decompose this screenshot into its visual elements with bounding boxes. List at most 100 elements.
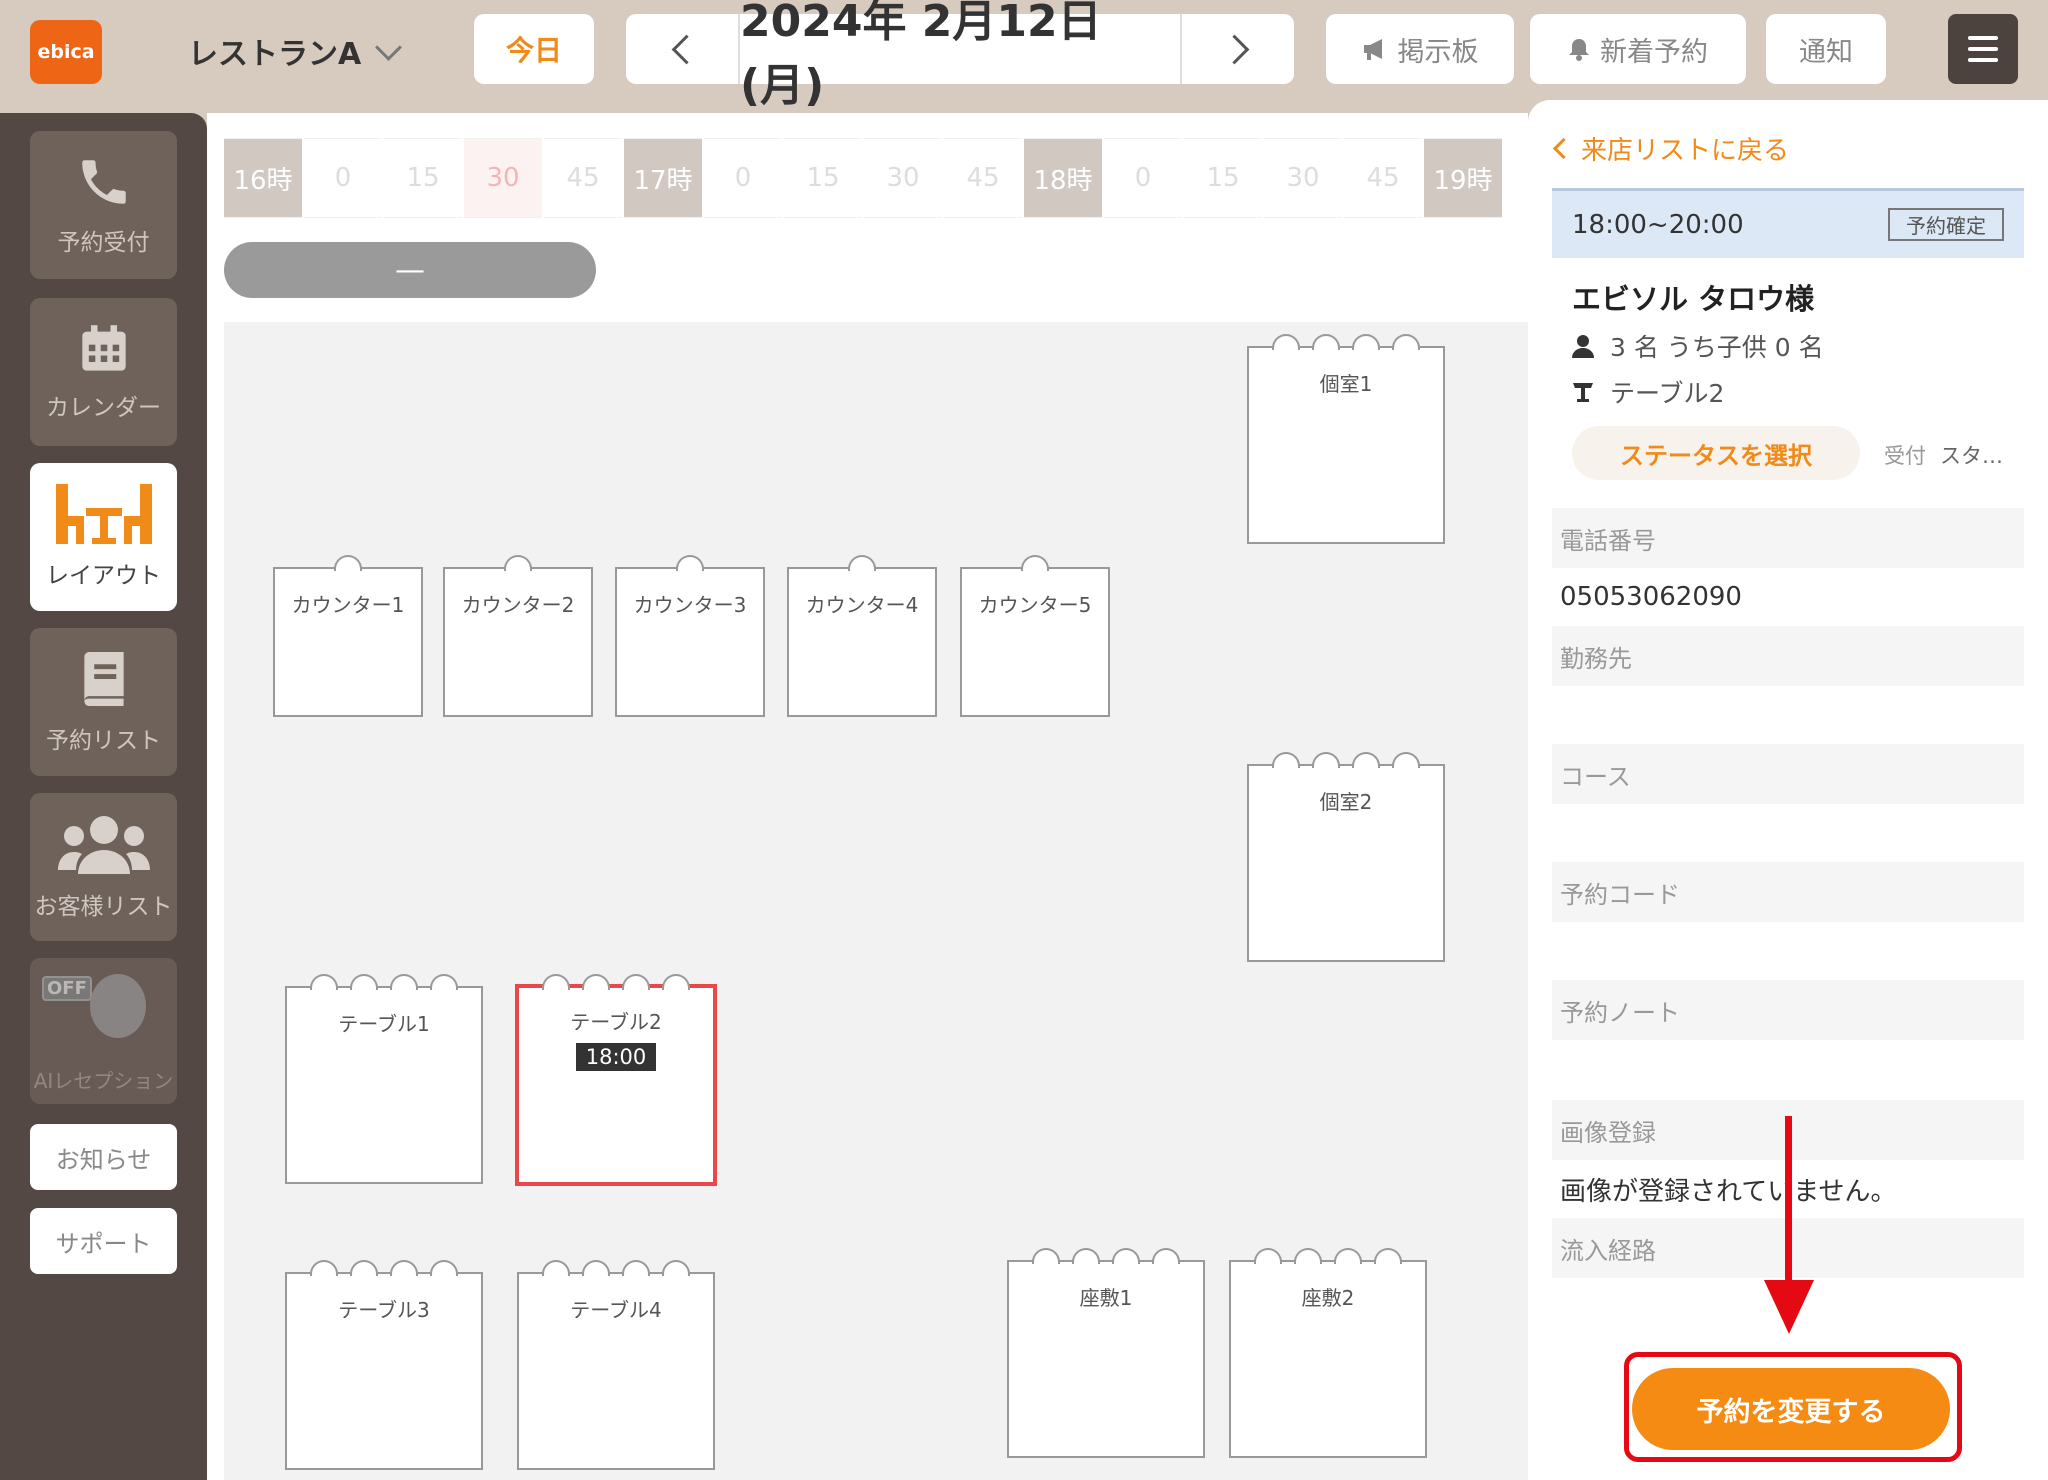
seat-table-2-selected[interactable]: テーブル2 18:00 [515,974,717,1186]
today-button[interactable]: 今日 [474,14,594,84]
field-value-workplace [1552,686,2024,744]
field-value-reservation-code [1552,922,2024,980]
seat-label: 座敷2 [1301,1286,1355,1310]
party-size-row: 3 名 うち子供 0 名 [1572,328,1824,364]
bell-icon [1569,39,1589,61]
seat-counter-3[interactable]: カウンター3 [615,555,765,717]
seat-label: テーブル2 [570,1010,662,1034]
prev-day-button[interactable] [626,14,738,84]
sidebar-item-label: レイアウト [46,563,161,589]
time-cell[interactable]: 45 [544,138,622,218]
seat-counter-4[interactable]: カウンター4 [787,555,937,717]
reception-value: スタ… [1940,444,2003,468]
ai-reception-button[interactable]: OFF AIレセプション [30,958,177,1104]
field-label-workplace: 勤務先 [1552,626,2024,686]
time-cell-current[interactable]: 30 [464,138,542,218]
restaurant-selector[interactable]: レストランA [188,26,403,76]
seat-chairs [275,555,421,571]
seat-table-4[interactable]: テーブル4 [517,1260,715,1470]
seat-chairs [962,555,1108,571]
seat-label: カウンター5 [978,593,1092,617]
time-cell[interactable]: 19時 [1424,138,1502,218]
annotation-arrow-head-icon [1764,1280,1814,1334]
bulletin-board-button[interactable]: 掲示板 [1326,14,1514,84]
back-label: 来店リストに戻る [1581,136,1790,166]
time-cell[interactable]: 30 [1264,138,1342,218]
next-day-button[interactable] [1182,14,1294,84]
time-cell[interactable]: 15 [784,138,862,218]
time-cell[interactable]: 15 [1184,138,1262,218]
ebica-logo[interactable]: ebica [30,20,102,84]
seat-private-room-2[interactable]: 個室2 [1247,752,1445,962]
sidebar-item-reservation-intake[interactable]: 予約受付 [30,131,177,279]
seat-counter-5[interactable]: カウンター5 [960,555,1110,717]
time-cell[interactable]: 18時 [1024,138,1102,218]
field-value-course [1552,804,2024,862]
table-icon [1573,383,1593,402]
time-ruler[interactable]: 16時 0 15 30 45 17時 0 15 30 45 18時 0 15 3… [224,138,1524,218]
field-value-reservation-note [1552,1040,2024,1098]
phone-icon [81,160,126,204]
sidebar-item-label: 予約リスト [46,728,161,754]
select-status-button[interactable]: ステータスを選択 [1572,426,1860,480]
reception-label: 受付 [1884,444,1926,468]
assigned-table: テーブル2 [1610,379,1725,408]
seat-chairs [1249,752,1443,768]
field-label-reservation-code: 予約コード [1552,862,2024,922]
seat-zashiki-2[interactable]: 座敷2 [1229,1248,1427,1458]
seat-chairs [1249,334,1443,350]
notifications-button[interactable]: 通知 [1766,14,1886,84]
time-cell[interactable]: 30 [864,138,942,218]
book-icon [83,652,124,706]
seat-counter-2[interactable]: カウンター2 [443,555,593,717]
users-icon [57,816,150,874]
support-button[interactable]: サポート [30,1208,177,1274]
sidebar-item-label: カレンダー [46,395,161,421]
floor-filter-pill[interactable]: — [224,242,596,298]
change-reservation-button[interactable]: 予約を変更する [1632,1368,1950,1450]
new-reservations-button[interactable]: 新着予約 [1530,14,1746,84]
seat-table-3[interactable]: テーブル3 [285,1260,483,1470]
time-cell[interactable]: 15 [384,138,462,218]
seat-label: カウンター2 [461,593,575,617]
receptionist-avatar-icon [90,974,146,1038]
chevron-left-icon [671,34,701,64]
time-cell[interactable]: 16時 [224,138,302,218]
news-button[interactable]: お知らせ [30,1124,177,1190]
sidebar-item-reservation-list[interactable]: 予約リスト [30,628,177,776]
seat-zashiki-1[interactable]: 座敷1 [1007,1248,1205,1458]
new-reservations-label: 新着予約 [1600,36,1708,68]
time-cell[interactable]: 45 [1344,138,1422,218]
time-cell[interactable]: 0 [704,138,782,218]
seat-private-room-1[interactable]: 個室1 [1247,334,1445,544]
reservation-time-badge[interactable]: 18:00 [575,1043,657,1071]
reception-info: 受付 スタ… [1884,440,2003,470]
customer-name: エビソル タロウ様 [1572,282,1815,316]
seat-counter-1[interactable]: カウンター1 [273,555,423,717]
reservation-time-bar: 18:00~20:00 予約確定 [1552,188,2024,258]
hamburger-menu-icon[interactable] [1948,14,2018,84]
party-size: 3 名 うち子供 0 名 [1610,333,1824,362]
time-cell[interactable]: 17時 [624,138,702,218]
time-cell[interactable]: 0 [1104,138,1182,218]
field-value-phone[interactable]: 05053062090 [1552,568,2024,626]
time-cell[interactable]: 0 [304,138,382,218]
sidebar-item-layout[interactable]: レイアウト [30,463,177,611]
seat-label: テーブル4 [570,1298,662,1322]
seat-table-1[interactable]: テーブル1 [285,974,483,1184]
sidebar-item-calendar[interactable]: カレンダー [30,298,177,446]
time-cell[interactable]: 45 [944,138,1022,218]
back-to-visit-list-link[interactable]: 来店リストに戻る [1552,130,1790,167]
seat-chairs [789,555,935,571]
person-icon [1572,335,1594,358]
seat-label: テーブル1 [338,1012,430,1036]
current-date[interactable]: 2024年 2月12日(月) [738,0,1182,111]
sidebar-item-label: お客様リスト [34,894,173,920]
off-badge: OFF [42,976,92,1001]
seat-chairs [1231,1248,1425,1264]
table-row: テーブル2 [1572,374,1724,410]
sidebar-item-label: 予約受付 [57,230,150,256]
bulletin-label: 掲示板 [1397,36,1479,68]
sidebar-item-customer-list[interactable]: お客様リスト [30,793,177,941]
seat-chairs [617,555,763,571]
